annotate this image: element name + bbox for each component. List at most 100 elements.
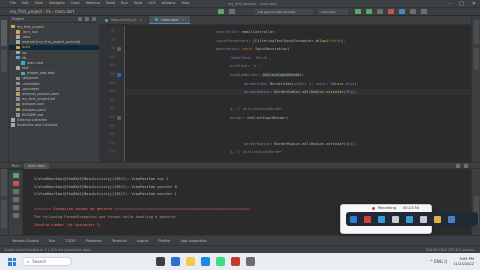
edge-icon[interactable] xyxy=(201,257,210,266)
android-studio-icon[interactable] xyxy=(216,257,225,266)
widgets-icon[interactable] xyxy=(156,257,165,266)
gear-icon[interactable] xyxy=(85,17,89,21)
menu-item-help[interactable]: Help xyxy=(181,0,189,7)
close-icon[interactable]: × xyxy=(181,18,184,22)
file-explorer-icon[interactable] xyxy=(186,257,195,266)
line-number: 102 xyxy=(109,72,115,76)
menu-item-edit[interactable]: Edit xyxy=(22,0,29,7)
code-token: ( xyxy=(286,116,289,120)
tool-window-logcat[interactable]: Logcat xyxy=(137,239,149,243)
device-manager-icon[interactable] xyxy=(399,9,405,14)
debug-icon[interactable] xyxy=(366,9,372,14)
project-panel-title[interactable]: Project xyxy=(12,17,24,21)
recorder-expand-icon[interactable] xyxy=(448,215,455,223)
favorites-tab[interactable] xyxy=(1,200,7,228)
recorder-stop-icon[interactable] xyxy=(364,215,371,223)
sync-icon[interactable] xyxy=(229,9,235,14)
run-tab[interactable]: main.dart xyxy=(23,162,49,169)
editor-tab[interactable]: MainActivity.kt × xyxy=(99,16,150,24)
start-icon[interactable] xyxy=(8,257,16,266)
run-icon[interactable] xyxy=(355,9,361,14)
editor-tab[interactable]: main.dart × xyxy=(149,16,192,24)
menu-item-file[interactable]: File xyxy=(10,0,16,7)
structure-tab[interactable] xyxy=(1,166,7,196)
rerun-icon[interactable] xyxy=(13,173,19,178)
soft-wrap-icon[interactable] xyxy=(13,197,19,202)
code-line: enabledBorder: OutlineInputBorder( xyxy=(230,72,304,78)
recorder-highlight-icon[interactable] xyxy=(392,215,399,223)
console-line: The following FormatException was thrown… xyxy=(34,215,177,219)
recorder-app-icon[interactable] xyxy=(231,257,240,266)
settings-app-icon[interactable] xyxy=(246,257,255,266)
code-token: ( xyxy=(301,73,304,77)
maximize-icon[interactable]: □ xyxy=(459,1,464,7)
project-tool-tab[interactable] xyxy=(1,20,7,46)
file-icon xyxy=(16,76,20,81)
menu-item-view[interactable]: View xyxy=(35,0,43,7)
run-config-selector[interactable]: main.dart xyxy=(318,8,348,15)
menu-item-refactor[interactable]: Refactor xyxy=(86,0,101,7)
tray-icons[interactable]: ^ ENG )) xyxy=(430,259,448,264)
tree-item-label: widget_test.dart xyxy=(27,71,55,76)
stop-icon[interactable] xyxy=(13,181,19,186)
recorder-pause-icon[interactable] xyxy=(350,215,357,223)
color-swatch-icon[interactable] xyxy=(117,73,121,77)
taskbar-search[interactable]: ⌕ Search xyxy=(22,257,72,266)
resource-manager-tab[interactable] xyxy=(1,50,7,72)
code-token: Colors xyxy=(330,81,344,86)
minimize-panel-icon[interactable] xyxy=(464,163,468,168)
chrome-icon[interactable] xyxy=(171,257,180,266)
recorder-settings-icon[interactable] xyxy=(434,215,441,223)
collapse-icon[interactable] xyxy=(78,17,82,21)
tree-item-label: .gitignore xyxy=(22,76,39,81)
menu-item-navigate[interactable]: Navigate xyxy=(49,0,65,7)
close-icon[interactable]: ✕ xyxy=(472,1,476,7)
menu-item-build[interactable]: Build xyxy=(106,0,115,7)
menu-item-run[interactable]: Run xyxy=(121,0,128,7)
flutter-outline-tab[interactable] xyxy=(474,20,479,44)
line-number: 111 xyxy=(109,149,115,154)
tool-window-version-control[interactable]: Version Control xyxy=(12,239,39,243)
breadcrumb: my_first_project › lib › main.dart xyxy=(10,9,75,14)
trash-icon[interactable] xyxy=(13,213,19,218)
breadcrumb-file[interactable]: main.dart xyxy=(55,9,74,14)
menu-item-window[interactable]: Window xyxy=(162,0,176,7)
console-line: I/ViewRootImpl@7ea83a3[MainActivity](135… xyxy=(34,192,177,197)
recorder-webcam-icon[interactable] xyxy=(406,215,413,223)
tool-window-run[interactable]: Run xyxy=(49,239,56,243)
navigation-bar: my_first_project › lib › main.dart sdk g… xyxy=(0,7,480,16)
code-token: allow xyxy=(315,38,327,43)
color-swatch-icon[interactable] xyxy=(117,116,121,120)
sdk-manager-icon[interactable] xyxy=(410,9,416,14)
tool-window-profiler[interactable]: Profiler xyxy=(158,239,170,243)
recorder-mic-icon[interactable] xyxy=(420,215,427,223)
device-selector[interactable]: sdk gphone x86 (mobile) xyxy=(255,8,313,15)
search-icon[interactable] xyxy=(421,9,427,14)
gear-icon[interactable] xyxy=(456,163,460,168)
color-swatch-icon[interactable] xyxy=(117,47,121,52)
clock[interactable]: 9:09 PM 11/23/2022 xyxy=(453,257,474,266)
hide-icon[interactable] xyxy=(92,17,96,21)
recorder-pen-icon[interactable] xyxy=(378,215,385,223)
menu-item-vcs[interactable]: VCS xyxy=(148,0,155,7)
code-line: decoration: const InputDecoration( xyxy=(216,46,290,52)
close-icon[interactable]: × xyxy=(139,18,142,22)
menu-item-tools[interactable]: Tools xyxy=(134,0,143,7)
hammer-icon[interactable] xyxy=(218,9,224,14)
tool-window-app-inspection[interactable]: App Inspection xyxy=(181,239,207,243)
tool-window-problems[interactable]: Problems xyxy=(86,239,102,243)
print-icon[interactable] xyxy=(13,205,19,210)
menu-item-code[interactable]: Code xyxy=(71,0,80,7)
code-token: , xyxy=(274,30,277,34)
scroll-to-end-icon[interactable] xyxy=(13,189,19,194)
hot-reload-icon[interactable] xyxy=(377,9,383,14)
gradle-tab[interactable] xyxy=(474,48,479,70)
code-token: Radius xyxy=(311,90,325,95)
code-editor[interactable]: controller: emailController, inputFormatt… xyxy=(126,26,471,162)
minimize-icon[interactable]: – xyxy=(449,1,452,7)
breadcrumb-project[interactable]: my_first_project xyxy=(10,9,42,14)
tool-window-todo[interactable]: TODO xyxy=(65,239,75,243)
tool-window-terminal[interactable]: Terminal xyxy=(112,239,127,243)
tree-item[interactable]: Scratches and Consoles xyxy=(9,123,99,128)
stop-icon[interactable] xyxy=(388,9,394,14)
